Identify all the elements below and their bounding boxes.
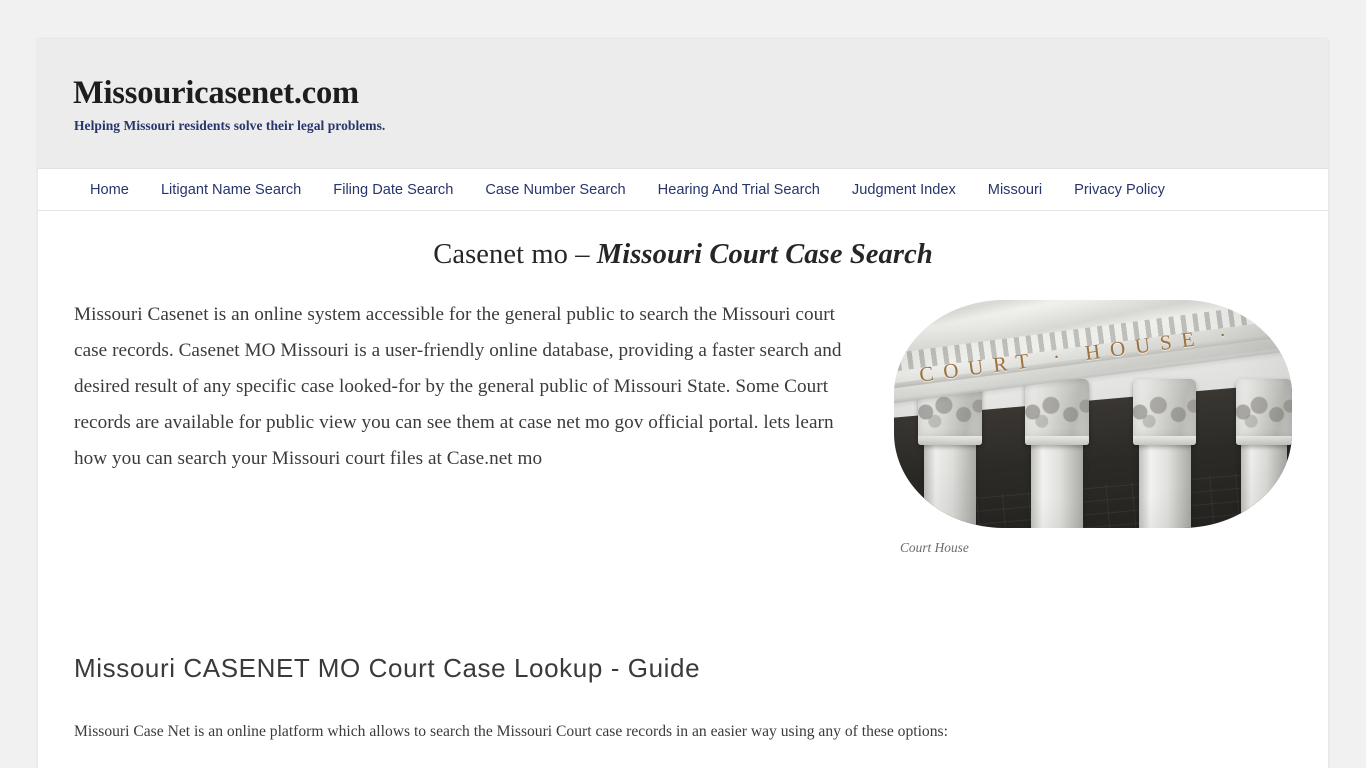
nav-list: Home Litigant Name Search Filing Date Se… — [74, 180, 1181, 200]
nav-item: Missouri — [972, 180, 1058, 200]
nav-link-judgment-index[interactable]: Judgment Index — [836, 180, 972, 200]
site-masthead: Missouricasenet.com Helping Missouri res… — [38, 39, 1328, 170]
site-tagline: Helping Missouri residents solve their l… — [74, 118, 386, 134]
figure-caption: Court House — [900, 540, 969, 555]
page-title-plain: Casenet mo – — [433, 239, 597, 271]
nav-link-home[interactable]: Home — [74, 180, 145, 200]
nav-item: Home — [74, 180, 145, 200]
courthouse-figure: COURT · HOUSE · Court House — [894, 300, 1292, 556]
nav-link-privacy-policy[interactable]: Privacy Policy — [1058, 180, 1181, 200]
nav-item: Case Number Search — [469, 180, 641, 200]
nav-link-missouri[interactable]: Missouri — [972, 180, 1058, 200]
nav-item: Privacy Policy — [1058, 180, 1181, 200]
nav-item: Litigant Name Search — [145, 180, 317, 200]
image-vignette — [894, 300, 1292, 528]
page-title: Casenet mo – Missouri Court Case Search — [74, 237, 1292, 273]
courthouse-illustration: COURT · HOUSE · — [894, 300, 1292, 528]
primary-navigation: Home Litigant Name Search Filing Date Se… — [38, 169, 1328, 212]
courthouse-image: COURT · HOUSE · — [894, 300, 1292, 528]
nav-item: Filing Date Search — [317, 180, 469, 200]
nav-link-case-number-search[interactable]: Case Number Search — [469, 180, 641, 200]
nav-item: Hearing And Trial Search — [642, 180, 836, 200]
nav-link-hearing-and-trial-search[interactable]: Hearing And Trial Search — [642, 180, 836, 200]
page-container: Missouricasenet.com Helping Missouri res… — [38, 39, 1328, 768]
section-heading: Missouri CASENET MO Court Case Lookup - … — [74, 653, 701, 683]
nav-item: Judgment Index — [836, 180, 972, 200]
nav-link-filing-date-search[interactable]: Filing Date Search — [317, 180, 469, 200]
nav-link-litigant-name-search[interactable]: Litigant Name Search — [145, 180, 317, 200]
section-paragraph: Missouri Case Net is an online platform … — [74, 722, 948, 740]
intro-block: COURT · HOUSE · Court House Missouri Cas… — [74, 297, 1292, 566]
site-title[interactable]: Missouricasenet.com — [73, 75, 1328, 112]
page-title-emphasis: Missouri Court Case Search — [596, 239, 933, 271]
article-content: Casenet mo – Missouri Court Case Search — [38, 211, 1328, 744]
